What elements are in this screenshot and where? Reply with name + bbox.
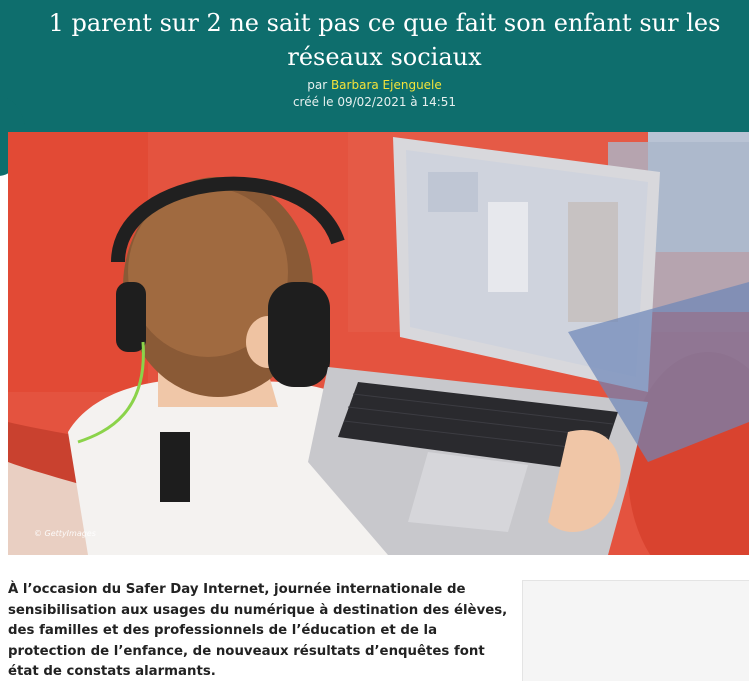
publish-date: créé le 09/02/2021 à 14:51 [292, 95, 457, 109]
lead-paragraph: À l’occasion du Safer Day Internet, jour… [8, 582, 508, 679]
article-title: 1 parent sur 2 ne sait pas ce que fait s… [48, 9, 721, 71]
article-header: 1 parent sur 2 ne sait pas ce que fait s… [0, 0, 749, 132]
image-credit: © GettyImages [34, 529, 96, 538]
sidebar-panel [522, 580, 749, 681]
author-link[interactable]: Barbara Ejenguele [331, 78, 442, 92]
article-photo [8, 132, 749, 555]
byline-prefix: par [307, 78, 328, 92]
byline: par Barbara Ejenguele [0, 76, 749, 94]
